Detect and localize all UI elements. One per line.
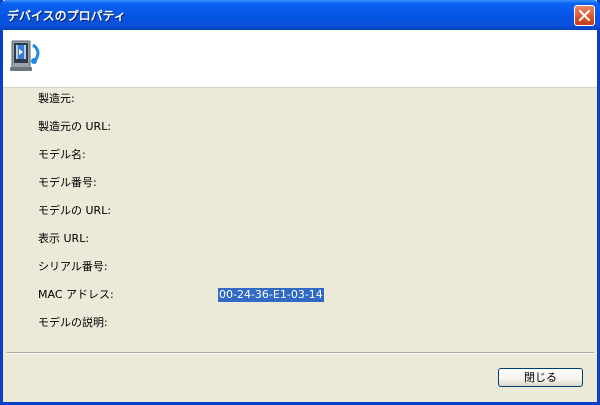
model-name-label: モデル名: (38, 148, 86, 161)
mac-address-value[interactable]: 00-24-36-E1-03-14 (218, 288, 324, 302)
title-bar[interactable]: デバイスのプロパティ (0, 0, 600, 30)
model-number-label: モデル番号: (38, 176, 97, 189)
presentation-url-label: 表示 URL: (38, 232, 90, 245)
close-icon[interactable] (574, 5, 595, 26)
window-title: デバイスのプロパティ (7, 9, 126, 23)
manufacturer-url-label: 製造元の URL: (38, 120, 112, 133)
model-description-label: モデルの説明: (38, 316, 108, 329)
manufacturer-label: 製造元: (38, 92, 75, 105)
media-device-icon (10, 40, 40, 71)
close-button[interactable]: 閉じる (498, 368, 583, 387)
dialog-header (3, 30, 597, 88)
footer-divider (7, 352, 594, 354)
device-properties-dialog: デバイスのプロパティ 製造元: 製造元の URL: モデル名: モデル番号: モ… (0, 0, 600, 405)
serial-number-label: シリアル番号: (38, 260, 108, 273)
mac-address-label: MAC アドレス: (38, 288, 114, 301)
model-url-label: モデルの URL: (38, 204, 112, 217)
